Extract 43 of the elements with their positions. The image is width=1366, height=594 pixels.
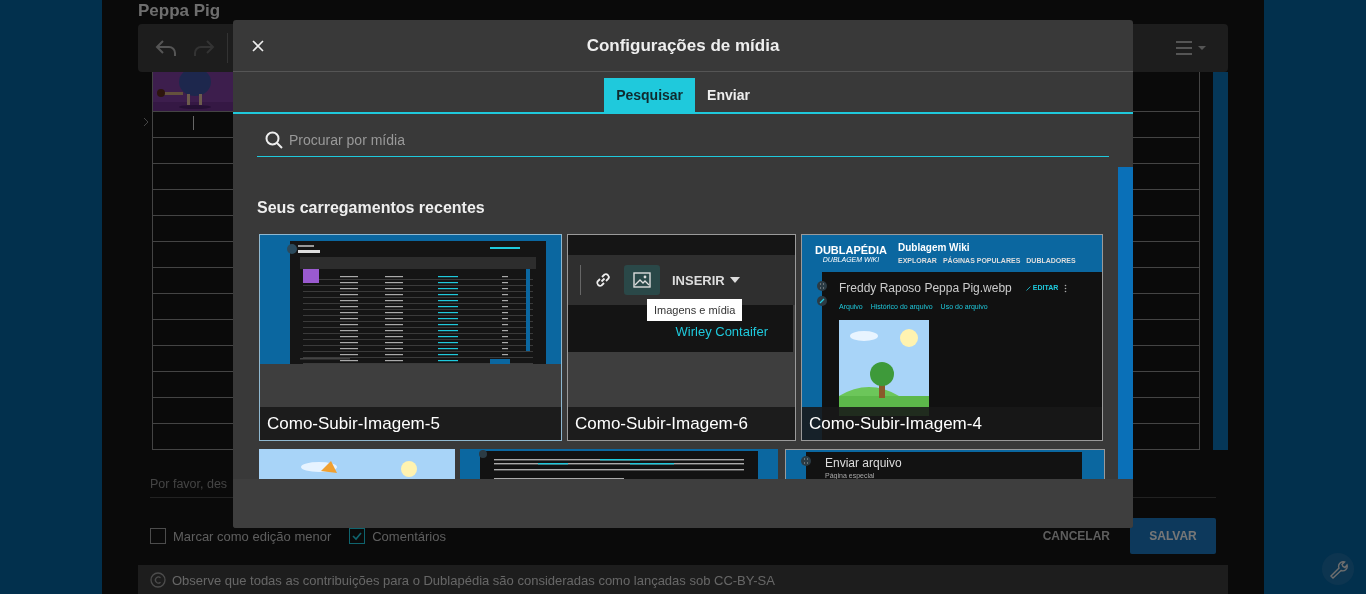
menu-icon[interactable] — [1176, 40, 1208, 56]
chevron-icon — [143, 117, 149, 127]
image-icon — [633, 272, 651, 288]
link-icon[interactable] — [594, 271, 612, 289]
check-icon — [351, 530, 364, 542]
button-label: INSERIR — [672, 272, 725, 288]
image-button[interactable] — [624, 265, 660, 295]
scrollbar[interactable] — [1118, 167, 1133, 479]
media-caption: Como-Subir-Imagem-4 — [802, 407, 1102, 440]
site-name: Dublagem Wiki — [898, 242, 971, 253]
checkbox-label: Marcar como edição menor — [173, 528, 332, 544]
tab[interactable]: Enviar — [695, 78, 762, 112]
pencil-icon — [1025, 285, 1031, 291]
media-caption: Como-Subir-Imagem-6 — [568, 407, 795, 440]
site-logo: DUBLAPÉDIA — [814, 243, 888, 256]
section-heading: Seus carregamentos recentes — [257, 198, 486, 218]
media-thumbnail[interactable]: INSERIR Imagens e mídia Wirley Contaifer Como-Subir-Imagem-6 — [567, 234, 796, 441]
page-title: Peppa Pig — [138, 0, 222, 22]
pencil-icon — [817, 296, 827, 306]
search-field[interactable]: Procurar por mídia — [257, 124, 1109, 157]
media-thumbnail[interactable]: Como-Subir-Imagem-5 — [259, 234, 562, 441]
scrollbar[interactable] — [1213, 72, 1228, 450]
insert-button[interactable]: INSERIR — [672, 272, 740, 288]
dialog-title: Configurações de mídia — [586, 35, 780, 56]
close-icon[interactable] — [252, 40, 264, 52]
expand-icon — [817, 281, 827, 291]
page-heading: Enviar arquivo — [825, 456, 902, 470]
caret-icon — [729, 277, 740, 283]
license-notice: Observe que todas as contribuições para o Dublapédia são consideradas como lançadas sob CC-BY-SA — [172, 572, 775, 588]
wrench-icon — [1328, 559, 1348, 579]
file-title: Freddy Raposo Peppa Pig.webp — [839, 281, 1012, 295]
link-text: Wirley Contaifer — [675, 325, 768, 339]
copyright-icon — [150, 572, 166, 588]
text-cursor — [193, 116, 194, 130]
media-caption: Como-Subir-Imagem-5 — [260, 407, 561, 440]
checkbox[interactable] — [150, 528, 166, 544]
expand-icon — [801, 456, 811, 466]
checkbox-label: Comentários — [372, 528, 446, 544]
undo-icon[interactable] — [155, 39, 177, 57]
tooltip: Imagens e mídia — [647, 299, 743, 321]
search-icon — [265, 131, 283, 149]
checkbox[interactable] — [349, 528, 366, 544]
tab[interactable]: Pesquisar — [604, 78, 696, 112]
